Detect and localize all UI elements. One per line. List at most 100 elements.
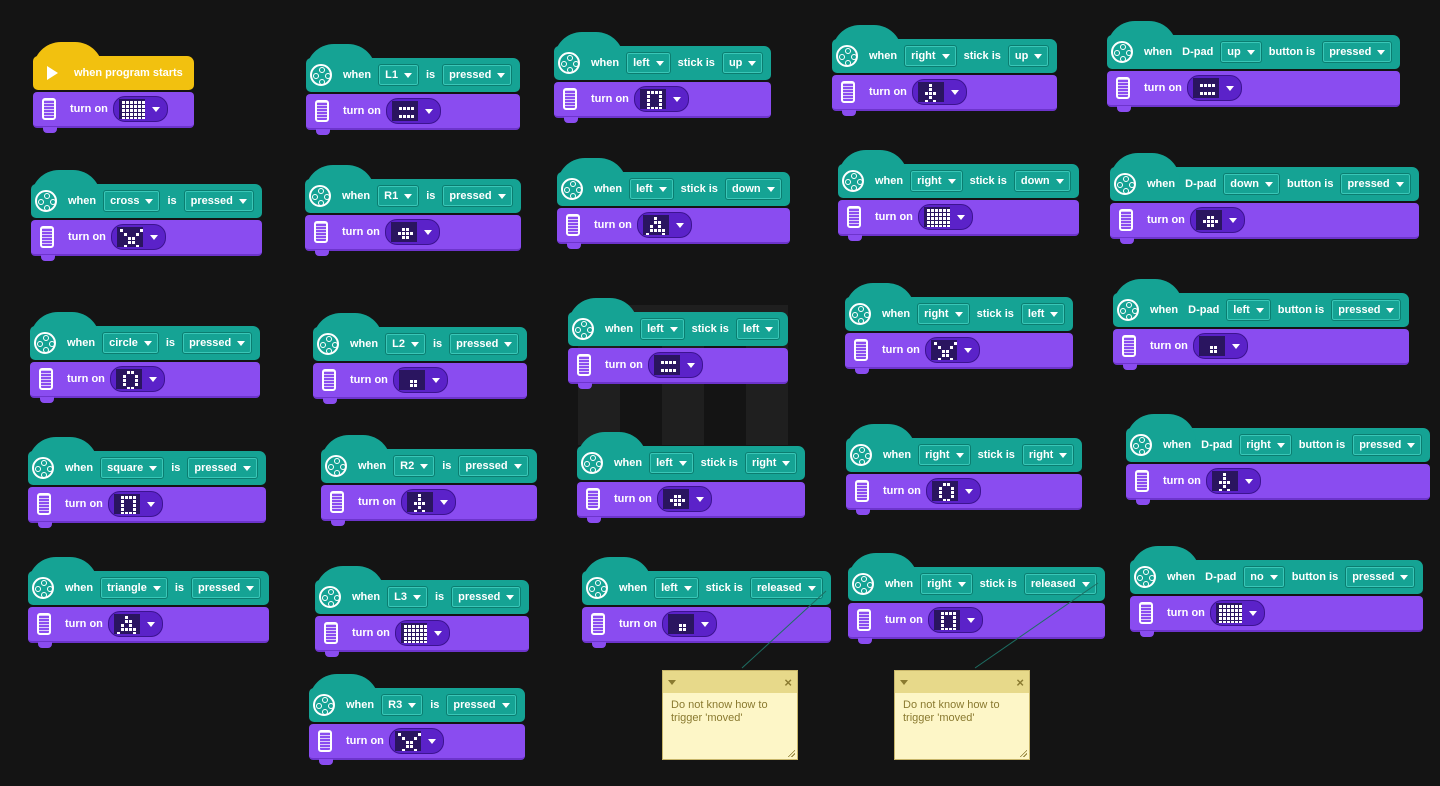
turn-on-command[interactable]: turn on [305, 215, 521, 256]
stick-dropdown[interactable]: left [649, 452, 694, 474]
led-matrix-picker[interactable] [636, 212, 692, 238]
stick-dropdown[interactable]: left [654, 577, 699, 599]
workspace-canvas[interactable]: when program starts turn on when cross is pre… [0, 0, 1440, 786]
led-matrix-picker[interactable] [112, 96, 168, 122]
stick-dropdown[interactable]: right [904, 45, 957, 67]
turn-on-command[interactable]: turn on [306, 94, 521, 135]
state-dropdown[interactable]: pressed [1322, 41, 1393, 63]
button-event-block[interactable]: when triangle is pressed turn on [28, 557, 270, 648]
button-event-hat[interactable]: when R1 is pressed [305, 165, 521, 213]
turn-on-command[interactable]: turn on [838, 200, 1079, 241]
dpad-direction-dropdown[interactable]: left [1226, 299, 1271, 321]
stick-event-block[interactable]: when right stick is up turn on [832, 25, 1058, 116]
state-dropdown[interactable]: pressed [1331, 299, 1402, 321]
dpad-direction-dropdown[interactable]: down [1223, 173, 1281, 195]
button-event-hat[interactable]: when L2 is pressed [313, 313, 528, 361]
button-event-hat[interactable]: when L1 is pressed [306, 44, 521, 92]
button-dropdown[interactable]: circle [102, 332, 159, 354]
button-event-hat[interactable]: when circle is pressed [30, 312, 261, 360]
state-dropdown[interactable]: pressed [446, 694, 517, 716]
state-dropdown[interactable]: pressed [183, 190, 254, 212]
comment-note[interactable]: × Do not know how to trigger 'moved' [662, 670, 798, 760]
dpad-event-hat[interactable]: when D-pad right button is pressed [1126, 414, 1431, 462]
turn-on-command[interactable]: turn on [845, 333, 1074, 374]
dpad-event-hat[interactable]: when D-pad left button is pressed [1113, 279, 1410, 327]
direction-dropdown[interactable]: right [1021, 444, 1075, 466]
turn-on-command[interactable]: turn on [557, 208, 790, 249]
button-dropdown[interactable]: R1 [377, 185, 420, 207]
turn-on-command[interactable]: turn on [846, 474, 1083, 515]
resize-grip-icon[interactable] [787, 749, 795, 757]
stick-event-block[interactable]: when right stick is left turn on [845, 283, 1074, 374]
button-dropdown[interactable]: L3 [387, 586, 428, 608]
comment-note[interactable]: × Do not know how to trigger 'moved' [894, 670, 1030, 760]
direction-dropdown[interactable]: down [724, 178, 782, 200]
state-dropdown[interactable]: pressed [458, 455, 529, 477]
direction-dropdown[interactable]: left [1020, 303, 1066, 325]
stick-event-block[interactable]: when left stick is left turn on [568, 298, 789, 389]
state-dropdown[interactable]: pressed [442, 64, 513, 86]
stick-event-block[interactable]: when left stick is right turn on [577, 432, 806, 523]
button-event-hat[interactable]: when R2 is pressed [321, 435, 537, 483]
stick-event-block[interactable]: when left stick is down turn on [557, 158, 790, 249]
button-event-block[interactable]: when circle is pressed turn on [30, 312, 261, 403]
stick-event-hat[interactable]: when right stick is released [848, 553, 1105, 601]
state-dropdown[interactable]: pressed [187, 457, 258, 479]
dpad-event-hat[interactable]: when D-pad no button is pressed [1130, 546, 1424, 594]
stick-event-block[interactable]: when left stick is released turn on [582, 557, 831, 648]
led-matrix-picker[interactable] [911, 79, 967, 105]
close-icon[interactable]: × [1016, 676, 1024, 689]
led-matrix-picker[interactable] [110, 224, 166, 250]
button-event-block[interactable]: when R1 is pressed turn on [305, 165, 521, 256]
stick-event-hat[interactable]: when right stick is up [832, 25, 1058, 73]
turn-on-command[interactable]: turn on [1107, 71, 1401, 112]
led-matrix-picker[interactable] [1209, 600, 1265, 626]
stick-event-hat[interactable]: when right stick is right [846, 424, 1083, 472]
led-matrix-picker[interactable] [388, 728, 444, 754]
led-matrix-picker[interactable] [1189, 207, 1245, 233]
led-matrix-picker[interactable] [385, 98, 441, 124]
stick-dropdown[interactable]: left [626, 52, 671, 74]
state-dropdown[interactable]: pressed [1352, 434, 1423, 456]
stick-event-hat[interactable]: when left stick is released [582, 557, 831, 605]
stick-event-hat[interactable]: when right stick is left [845, 283, 1074, 331]
led-matrix-picker[interactable] [107, 611, 163, 637]
turn-on-command[interactable]: turn on [315, 616, 530, 657]
button-event-block[interactable]: when R2 is pressed turn on [321, 435, 537, 526]
direction-dropdown[interactable]: left [735, 318, 781, 340]
led-matrix-picker[interactable] [925, 478, 981, 504]
direction-dropdown[interactable]: released [1023, 573, 1097, 595]
turn-on-command[interactable]: turn on [313, 363, 528, 404]
turn-on-command[interactable]: turn on [577, 482, 806, 523]
led-matrix-picker[interactable] [656, 486, 712, 512]
led-matrix-picker[interactable] [927, 607, 983, 633]
turn-on-command[interactable]: turn on [832, 75, 1058, 116]
led-matrix-picker[interactable] [633, 86, 689, 112]
direction-dropdown[interactable]: up [721, 52, 764, 74]
stick-dropdown[interactable]: left [640, 318, 685, 340]
led-matrix-picker[interactable] [1186, 75, 1242, 101]
turn-on-command[interactable]: turn on [33, 92, 194, 133]
stick-event-block[interactable]: when right stick is released turn on [848, 553, 1105, 644]
dpad-direction-dropdown[interactable]: right [1239, 434, 1292, 456]
dpad-event-hat[interactable]: when D-pad down button is pressed [1110, 153, 1419, 201]
stick-event-hat[interactable]: when left stick is down [557, 158, 790, 206]
stick-event-block[interactable]: when right stick is down turn on [838, 150, 1079, 241]
state-dropdown[interactable]: pressed [1340, 173, 1411, 195]
led-matrix-picker[interactable] [1192, 333, 1248, 359]
button-dropdown[interactable]: L2 [385, 333, 426, 355]
button-dropdown[interactable]: square [100, 457, 165, 479]
stick-dropdown[interactable]: left [629, 178, 674, 200]
led-matrix-picker[interactable] [109, 366, 165, 392]
turn-on-command[interactable]: turn on [1126, 464, 1431, 505]
dpad-direction-dropdown[interactable]: up [1220, 41, 1262, 63]
led-matrix-picker[interactable] [394, 620, 450, 646]
direction-dropdown[interactable]: down [1013, 170, 1071, 192]
direction-dropdown[interactable]: released [749, 577, 823, 599]
stick-event-block[interactable]: when left stick is up turn on [554, 32, 772, 123]
program-start-block[interactable]: when program starts turn on [33, 42, 194, 133]
stick-dropdown[interactable]: right [917, 303, 970, 325]
dpad-event-block[interactable]: when D-pad no button is pressed turn on [1130, 546, 1424, 637]
close-icon[interactable]: × [784, 676, 792, 689]
state-dropdown[interactable]: pressed [442, 185, 513, 207]
